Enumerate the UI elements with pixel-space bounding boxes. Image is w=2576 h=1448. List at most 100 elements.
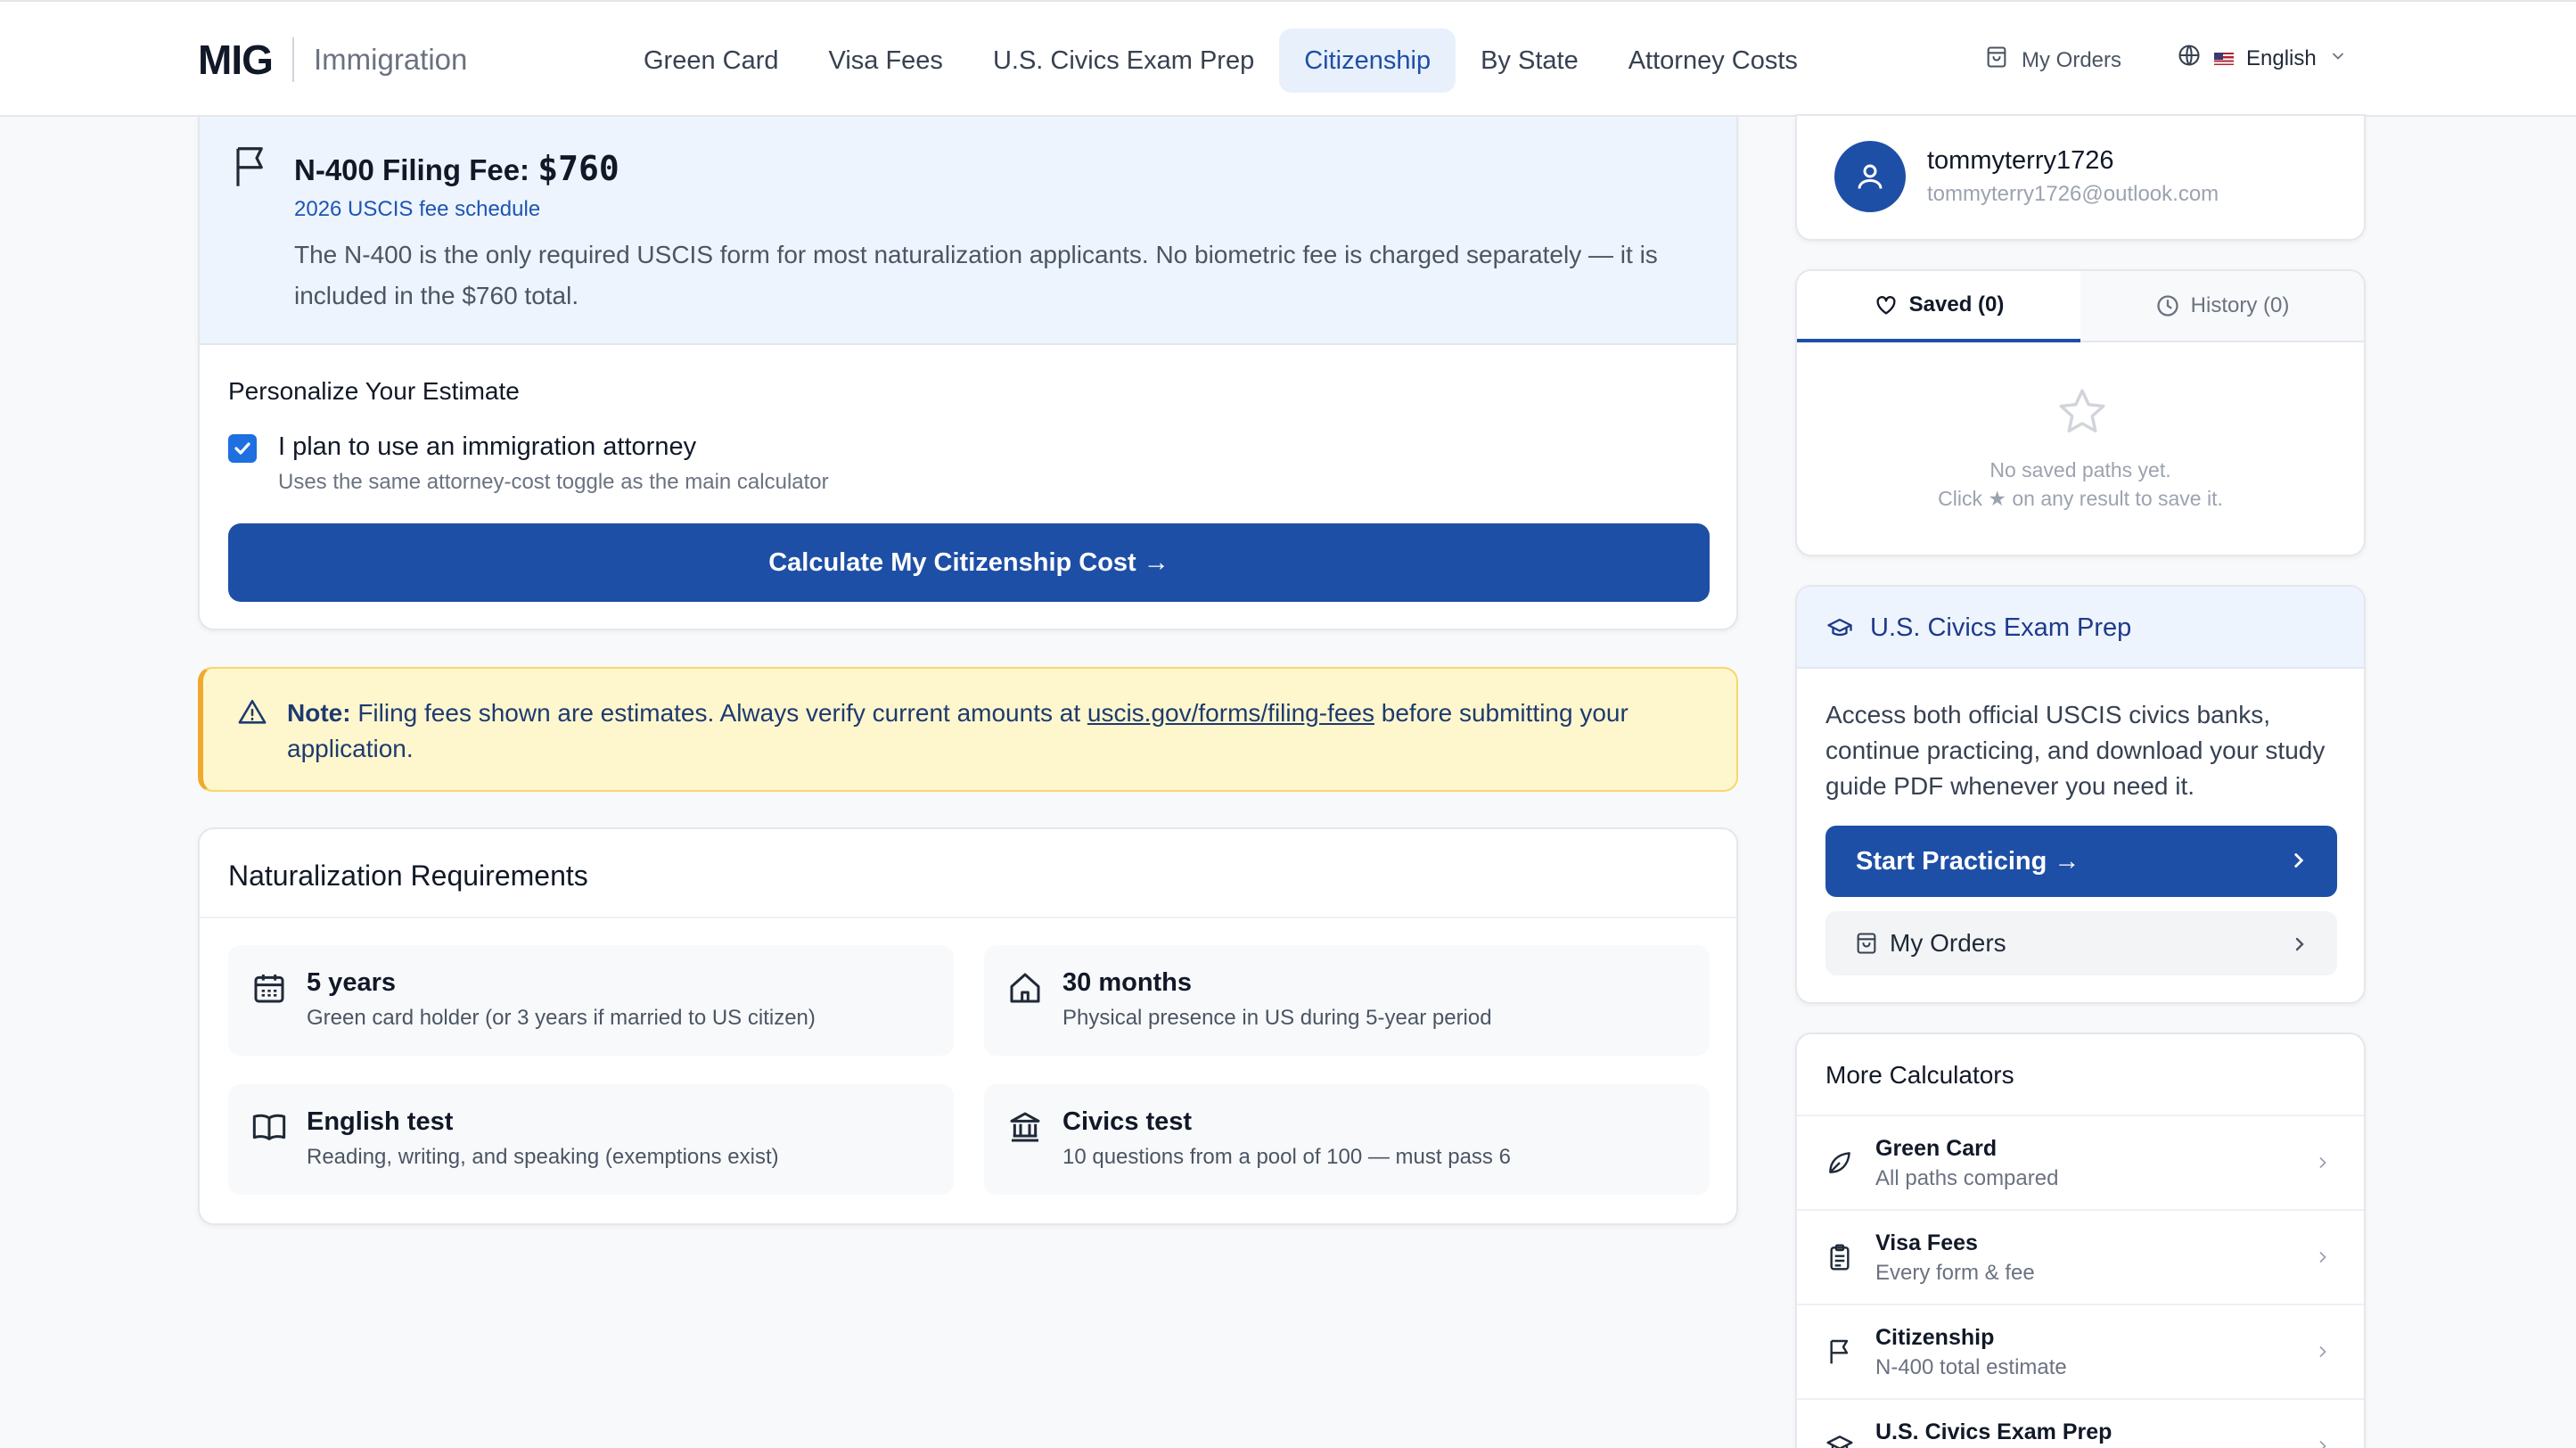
calculator-link-civics-exam-prep[interactable]: U.S. Civics Exam Prep [1797, 1398, 2364, 1448]
logo-divider [292, 37, 294, 82]
requirement-heading: 30 months [1062, 968, 1193, 997]
fee-note-banner: Note: Filing fees shown are estimates. A… [198, 667, 1738, 792]
logo[interactable]: MIG [198, 36, 274, 84]
calculator-title: Green Card [1875, 1136, 1998, 1161]
attorney-checkbox[interactable] [228, 434, 257, 463]
calculator-subtitle: Every form & fee [1875, 1261, 2035, 1285]
tab-saved-label: Saved (0) [1908, 292, 2005, 317]
shopping-bag-icon [1984, 45, 2009, 76]
flag-icon [232, 144, 269, 193]
calculator-link-citizenship[interactable]: Citizenship N-400 total estimate [1797, 1304, 2364, 1398]
calendar-icon [251, 970, 287, 1010]
civics-description: Access both official USCIS civics banks,… [1825, 701, 2326, 800]
attorney-checkbox-label[interactable]: I plan to use an immigration attorney [278, 432, 696, 462]
clock-icon [2156, 295, 2178, 317]
home-icon [1007, 970, 1043, 1010]
fee-summary: N-400 Filing Fee: $760 2026 USCIS fee sc… [200, 117, 1736, 345]
star-icon [2055, 385, 2109, 443]
my-orders-button[interactable]: My Orders [1825, 911, 2337, 975]
chevron-right-icon [2314, 1343, 2332, 1365]
checkmark-icon [234, 442, 250, 455]
note-text: Note: Filing fees shown are estimates. A… [287, 695, 1713, 767]
divider [200, 917, 1736, 918]
more-calculators-card: More Calculators Green Card All paths co… [1795, 1033, 2366, 1448]
book-icon [251, 1109, 287, 1149]
language-label: English [2246, 45, 2317, 70]
user-profile-card: tommyterry1726 tommyterry1726@outlook.co… [1795, 114, 2366, 241]
graduation-cap-icon [1825, 1432, 1854, 1448]
main-nav: Green Card Visa Fees U.S. Civics Exam Pr… [619, 29, 1823, 93]
calculate-cost-button[interactable]: Calculate My Citizenship Cost → [228, 523, 1710, 602]
nav-civics-exam-prep[interactable]: U.S. Civics Exam Prep [968, 29, 1279, 93]
username: tommyterry1726 [1927, 146, 2114, 175]
shopping-bag-icon [1854, 931, 1879, 962]
calculator-subtitle: N-400 total estimate [1875, 1355, 2067, 1379]
nav-citizenship[interactable]: Citizenship [1279, 29, 1456, 93]
fee-title: N-400 Filing Fee: $760 [294, 149, 619, 188]
chevron-right-icon [2314, 1248, 2332, 1271]
calculator-title: U.S. Civics Exam Prep [1875, 1419, 2112, 1444]
flag-icon [1825, 1337, 1854, 1370]
saved-history-card: Saved (0) History (0) No saved paths yet… [1795, 269, 2366, 556]
note-text-before: Filing fees shown are estimates. Always … [350, 699, 1087, 727]
tab-history-label: History (0) [2190, 293, 2290, 317]
estimate-title: Personalize Your Estimate [228, 377, 520, 405]
chevron-down-icon [2329, 46, 2347, 71]
calculator-title: Citizenship [1875, 1325, 1995, 1350]
requirement-heading: English test [307, 1107, 454, 1136]
start-practicing-button[interactable]: Start Practicing → [1825, 826, 2337, 897]
nav-by-state[interactable]: By State [1456, 29, 1604, 93]
leaf-icon [1825, 1148, 1854, 1181]
nav-green-card[interactable]: Green Card [619, 29, 804, 93]
more-calculators-title: More Calculators [1825, 1061, 2014, 1089]
calculator-link-green-card[interactable]: Green Card All paths compared [1797, 1115, 2364, 1209]
fee-title-text: N-400 Filing Fee: [294, 153, 538, 186]
civics-card-title: U.S. Civics Exam Prep [1870, 613, 2132, 642]
my-orders-link[interactable]: My Orders [1984, 45, 2121, 76]
graduation-cap-icon [1825, 615, 1854, 646]
warning-icon [237, 697, 267, 732]
heart-icon [1876, 296, 1896, 315]
requirements-card: Naturalization Requirements 5 years Gree… [198, 827, 1738, 1225]
nav-attorney-costs[interactable]: Attorney Costs [1604, 29, 1823, 93]
my-orders-label: My Orders [2022, 47, 2122, 72]
requirement-heading: Civics test [1062, 1107, 1193, 1136]
calculator-title: Visa Fees [1875, 1230, 1978, 1255]
requirement-heading: 5 years [307, 968, 396, 997]
fee-schedule-link[interactable]: 2026 USCIS fee schedule [294, 197, 540, 222]
attorney-checkbox-hint: Uses the same attorney-cost toggle as th… [278, 470, 829, 494]
civics-prep-card: U.S. Civics Exam Prep Access both offici… [1795, 585, 2366, 1004]
avatar[interactable] [1834, 141, 1906, 212]
top-navigation-bar: MIG Immigration Green Card Visa Fees U.S… [0, 0, 2576, 117]
nav-visa-fees[interactable]: Visa Fees [804, 29, 968, 93]
requirement-presence: 30 months Physical presence in US during… [984, 945, 1710, 1056]
requirement-residency: 5 years Green card holder (or 3 years if… [228, 945, 954, 1056]
tab-history[interactable]: History (0) [2080, 271, 2364, 342]
chevron-right-icon [2314, 1437, 2332, 1448]
uscis-fees-link[interactable]: uscis.gov/forms/filing-fees [1087, 699, 1374, 727]
start-practicing-label: Start Practicing → [1856, 847, 2080, 876]
user-icon [1858, 164, 1883, 189]
empty-state-hint: Click ★ on any result to save it. [1938, 487, 2223, 510]
us-flag-icon [2214, 52, 2234, 65]
tab-saved[interactable]: Saved (0) [1797, 271, 2080, 342]
language-selector[interactable]: English [2177, 43, 2347, 74]
clipboard-icon [1825, 1243, 1854, 1276]
calculator-subtitle: All paths compared [1875, 1166, 2059, 1190]
requirement-detail: Reading, writing, and speaking (exemptio… [307, 1145, 779, 1169]
note-label: Note: [287, 699, 351, 727]
calculator-link-visa-fees[interactable]: Visa Fees Every form & fee [1797, 1209, 2364, 1304]
empty-state-text: No saved paths yet. [1989, 458, 2171, 481]
requirement-detail: 10 questions from a pool of 100 — must p… [1062, 1145, 1511, 1169]
requirement-detail: Green card holder (or 3 years if married… [307, 1006, 816, 1030]
filing-fee-card: N-400 Filing Fee: $760 2026 USCIS fee sc… [198, 115, 1738, 630]
chevron-right-icon [2287, 849, 2310, 879]
requirements-title: Naturalization Requirements [228, 860, 588, 892]
chevron-right-icon [2314, 1154, 2332, 1176]
building-icon [1007, 1109, 1043, 1149]
user-email: tommyterry1726@outlook.com [1927, 182, 2219, 206]
chevron-right-icon [2289, 933, 2310, 961]
requirement-english: English test Reading, writing, and speak… [228, 1084, 954, 1195]
fee-description: The N-400 is the only required USCIS for… [294, 241, 1658, 309]
globe-icon [2177, 43, 2202, 74]
